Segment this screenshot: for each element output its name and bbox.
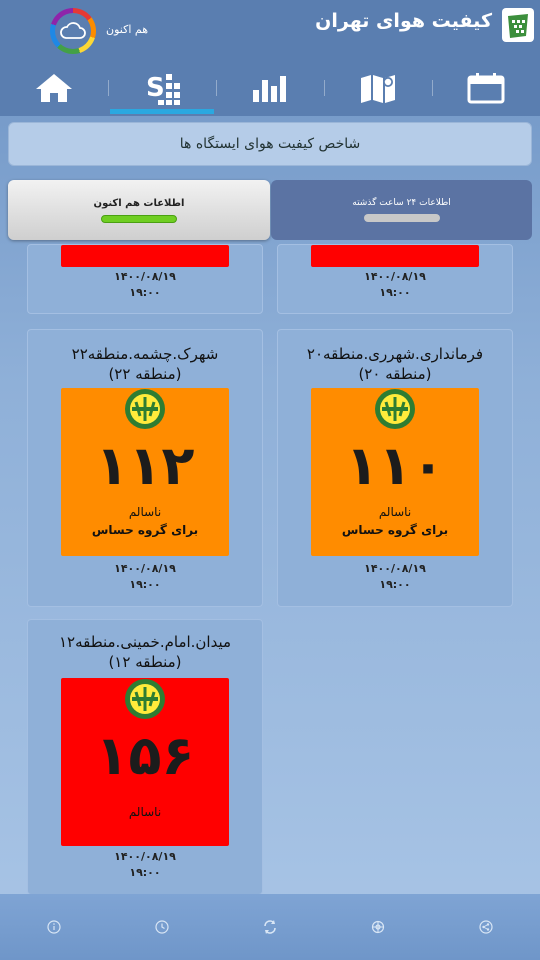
station-date: ۱۴۰۰/۰۸/۱۹ xyxy=(114,270,176,283)
station-card[interactable]: ۱۴۰۰/۰۸/۱۹ ۱۹:۰۰ xyxy=(277,244,513,314)
now-label: هم اکنون xyxy=(106,23,148,36)
station-name: شهرک.چشمه.منطقه۲۲ xyxy=(71,345,219,363)
station-date: ۱۴۰۰/۰۸/۱۹ xyxy=(364,562,426,575)
aqi-box: ۱۱۰ ناسالم برای گروه حساس xyxy=(311,388,479,556)
aqi-status: ناسالم xyxy=(128,505,162,519)
cloud-icon xyxy=(60,22,86,39)
station-time: ۱۹:۰۰ xyxy=(129,578,161,591)
station-card[interactable]: فرمانداری.شهرری.منطقه۲۰ (منطقه ۲۰) ۱۱۰ ن… xyxy=(277,329,513,607)
app-logo xyxy=(502,8,534,42)
station-time: ۱۹:۰۰ xyxy=(379,286,411,299)
aqi-value: ۱۱۲ xyxy=(95,434,195,497)
station-time: ۱۹:۰۰ xyxy=(129,286,161,299)
station-card[interactable]: میدان.امام.خمینی.منطقه۱۲ (منطقه ۱۲) ۱۵۶ … xyxy=(27,619,263,895)
nav-charts[interactable] xyxy=(216,60,324,116)
tab-current-indicator xyxy=(101,214,177,223)
refresh-icon[interactable] xyxy=(262,919,278,935)
station-name: فرمانداری.شهرری.منطقه۲۰ xyxy=(306,345,484,363)
nav-map[interactable] xyxy=(324,60,432,116)
settings-icon[interactable] xyxy=(370,919,386,935)
bar-chart-icon xyxy=(253,76,286,102)
station-date: ۱۴۰۰/۰۸/۱۹ xyxy=(114,850,176,863)
aqi-status: ناسالم xyxy=(128,805,162,819)
aqi-value: ۱۱۰ xyxy=(345,434,445,497)
station-time: ۱۹:۰۰ xyxy=(379,578,411,591)
aqi-status: ناسالم xyxy=(378,505,412,519)
station-zone: (منطقه ۲۲) xyxy=(108,365,182,383)
aqi-box xyxy=(61,245,229,267)
aqi-status-detail: برای گروه حساس xyxy=(91,523,199,537)
tehran-emblem-icon xyxy=(125,389,165,429)
station-name: میدان.امام.خمینی.منطقه۱۲ xyxy=(58,633,232,651)
share-icon[interactable] xyxy=(478,919,494,935)
aqi-value: ۱۵۶ xyxy=(95,724,195,787)
current-status-icon[interactable] xyxy=(50,8,96,54)
index-title-bar: شاخص کیفیت هوای ایستگاه ها xyxy=(8,122,532,166)
app-header: هم اکنون کیفیت هوای تهران xyxy=(0,0,540,60)
svg-text:S: S xyxy=(146,73,165,103)
aqi-box: ۱۵۶ ناسالم xyxy=(61,678,229,846)
aqi-box xyxy=(311,245,479,267)
station-date: ۱۴۰۰/۰۸/۱۹ xyxy=(364,270,426,283)
station-time: ۱۹:۰۰ xyxy=(129,866,161,879)
station-card[interactable]: شهرک.چشمه.منطقه۲۲ (منطقه ۲۲) ۱۱۲ ناسالم … xyxy=(27,329,263,607)
map-icon xyxy=(361,75,395,103)
app-title: کیفیت هوای تهران xyxy=(315,10,492,32)
bottom-toolbar xyxy=(0,894,540,960)
tehran-emblem-icon xyxy=(375,389,415,429)
tab-past-24h-indicator xyxy=(363,214,440,222)
station-zone: (منطقه ۲۰) xyxy=(358,365,432,383)
tab-current-data[interactable]: اطلاعات هم اکنون xyxy=(8,180,270,240)
main-nav: S xyxy=(0,60,540,116)
info-icon[interactable] xyxy=(46,919,62,935)
index-title: شاخص کیفیت هوای ایستگاه ها xyxy=(179,136,361,152)
aqi-status-detail: برای گروه حساس xyxy=(341,523,449,537)
nav-index[interactable]: S xyxy=(108,60,216,116)
nav-home[interactable] xyxy=(0,60,108,116)
tab-past-24h-label: اطلاعات ۲۴ ساعت گذشته xyxy=(352,198,451,208)
tab-current-label: اطلاعات هم اکنون xyxy=(93,197,185,209)
station-date: ۱۴۰۰/۰۸/۱۹ xyxy=(114,562,176,575)
aqi-box: ۱۱۲ ناسالم برای گروه حساس xyxy=(61,388,229,556)
index-icon: S xyxy=(146,73,180,105)
station-zone: (منطقه ۱۲) xyxy=(108,653,182,671)
calendar-icon xyxy=(467,73,505,104)
clock-icon[interactable] xyxy=(154,919,170,935)
logo-icon xyxy=(504,10,532,40)
station-card[interactable]: ۱۴۰۰/۰۸/۱۹ ۱۹:۰۰ xyxy=(27,244,263,314)
nav-calendar[interactable] xyxy=(432,60,540,116)
tehran-emblem-icon xyxy=(125,679,165,719)
tab-past-24h[interactable]: اطلاعات ۲۴ ساعت گذشته xyxy=(271,180,532,240)
home-icon xyxy=(36,74,72,102)
